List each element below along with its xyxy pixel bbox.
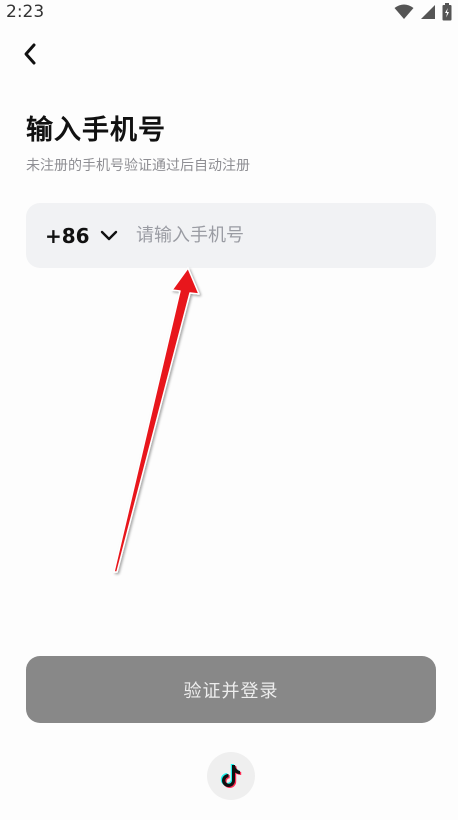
status-time: 2:23 — [6, 2, 45, 22]
login-screen: 2:23 输入手机号 未注册的手机号验证通过后自动注册 +86 请输入手机号 验… — [0, 0, 458, 820]
battery-icon — [442, 3, 452, 25]
phone-field: +86 — [26, 203, 436, 268]
chevron-left-icon — [24, 43, 36, 65]
page-title: 输入手机号 — [26, 115, 166, 146]
signal-icon — [420, 4, 436, 24]
phone-number-input[interactable] — [136, 203, 416, 268]
tiktok-icon — [220, 764, 242, 788]
country-code-label: +86 — [45, 223, 90, 248]
wifi-icon — [394, 4, 414, 24]
back-button[interactable] — [14, 38, 46, 70]
tiktok-login-button[interactable] — [207, 752, 255, 800]
status-icons — [394, 3, 452, 25]
verify-login-button[interactable]: 验证并登录 — [26, 656, 436, 723]
page-subtitle: 未注册的手机号验证通过后自动注册 — [26, 158, 250, 174]
chevron-down-icon — [100, 230, 117, 240]
country-code-selector[interactable]: +86 — [45, 203, 118, 268]
status-bar: 2:23 — [0, 0, 458, 26]
